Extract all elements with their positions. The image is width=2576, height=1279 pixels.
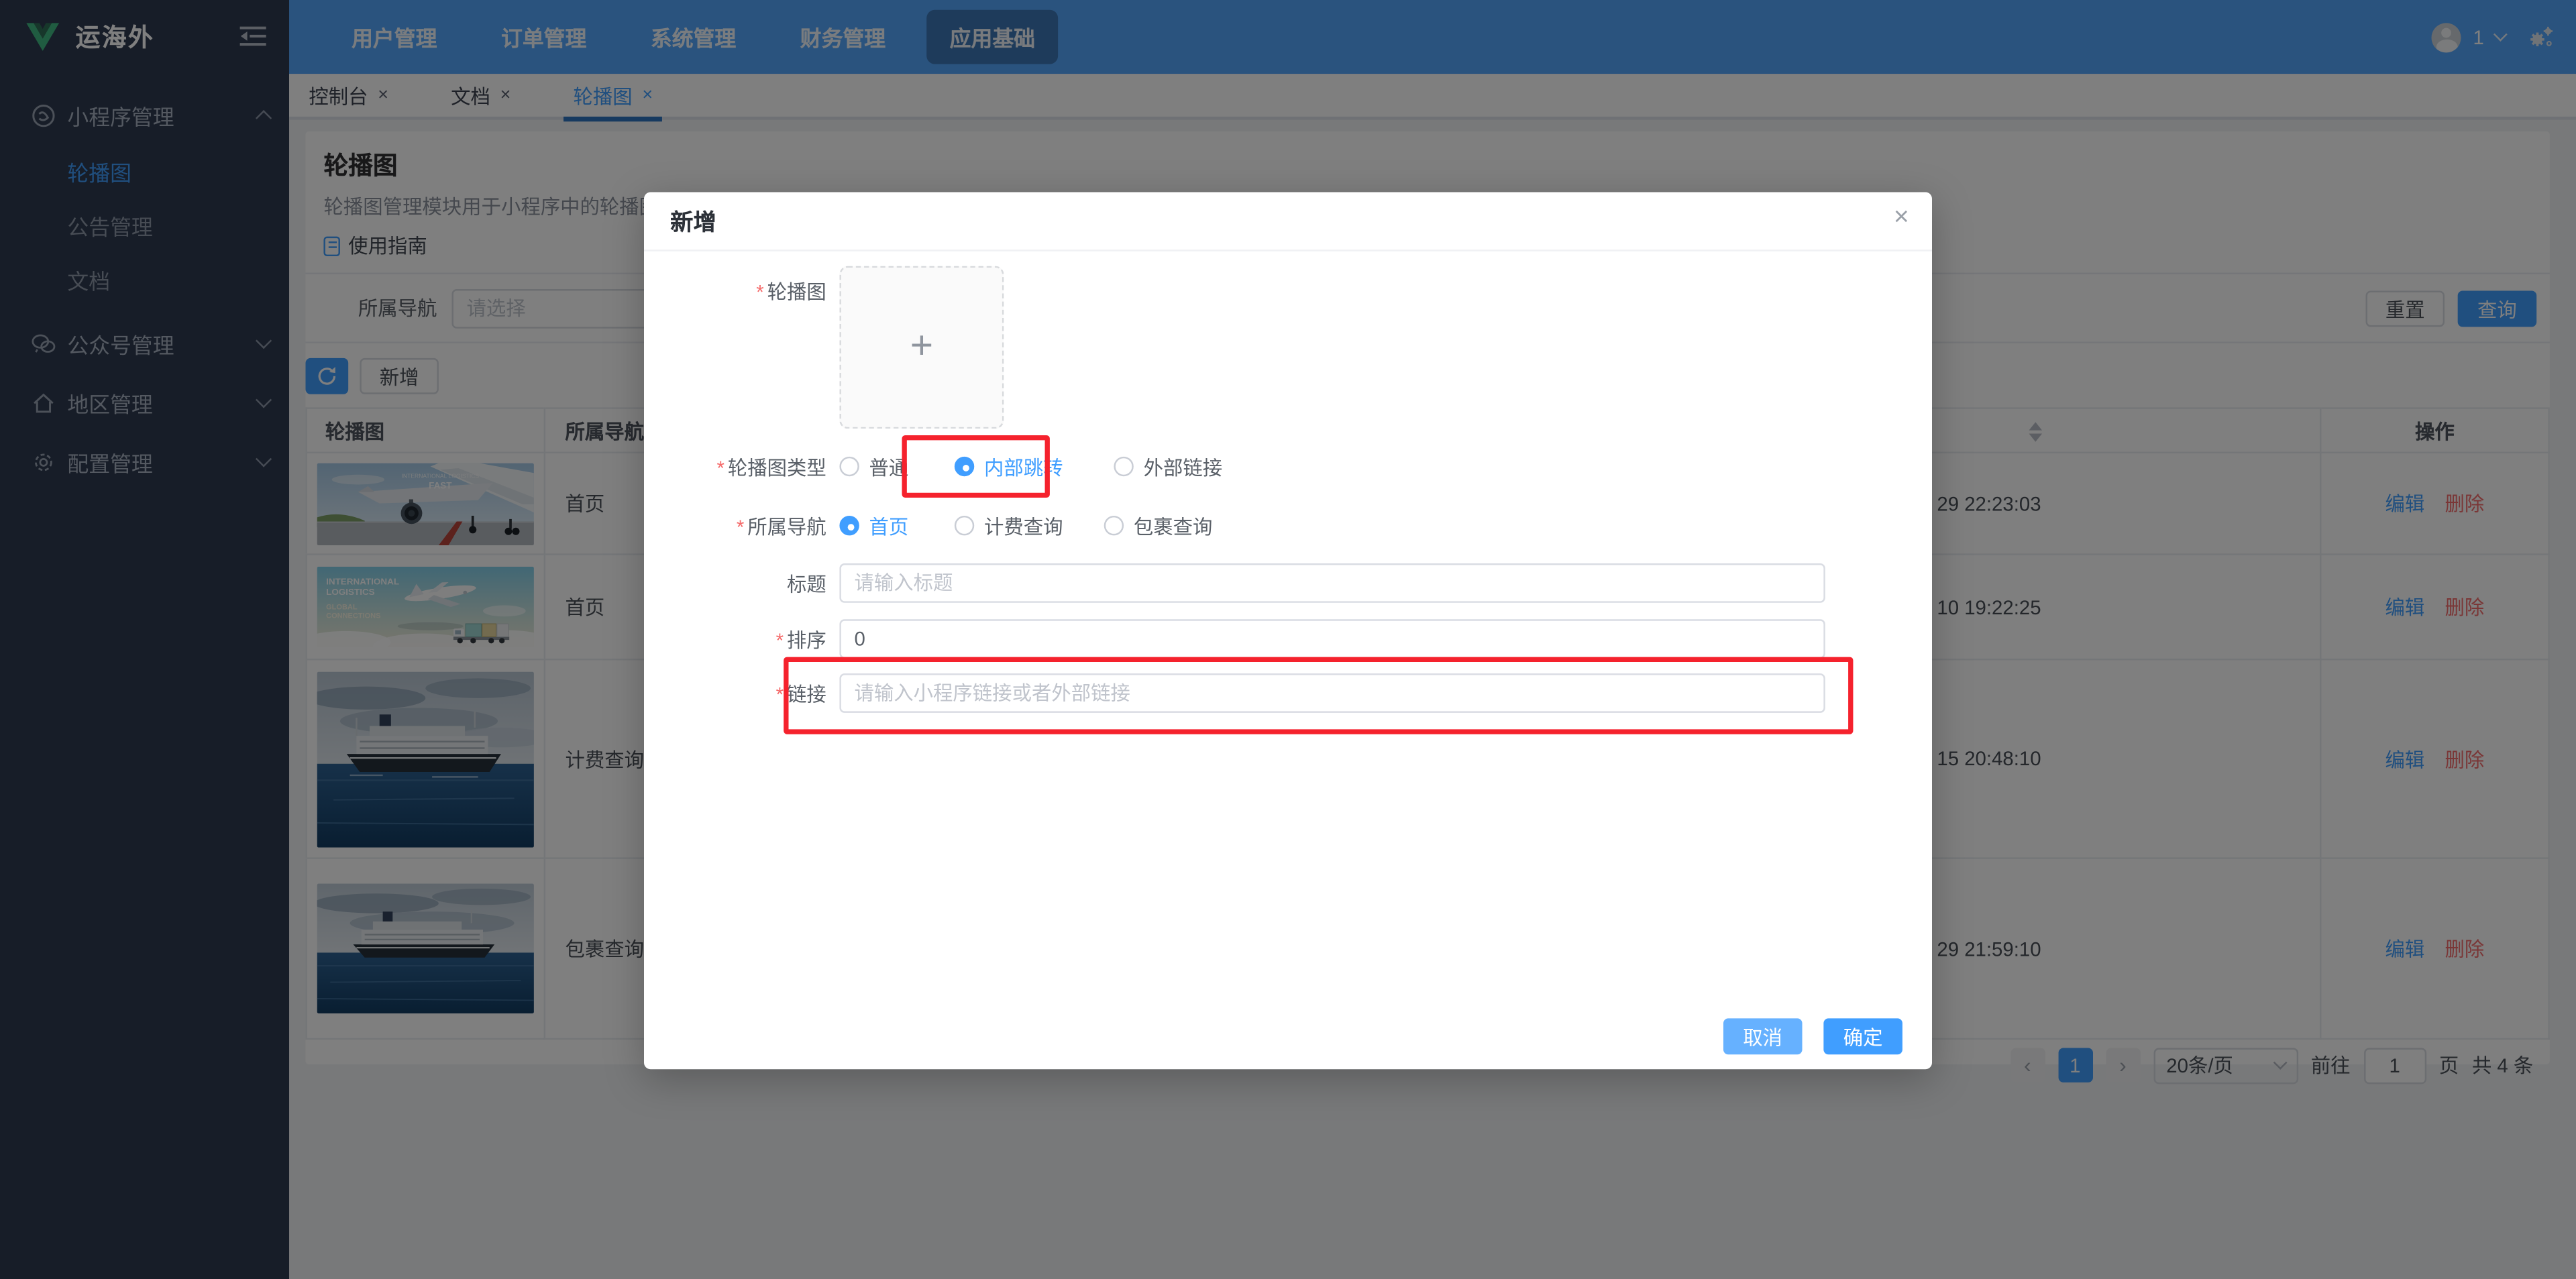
app-root: 运海外 小程序管理 轮播图 公告管理 [0,0,2576,1279]
radio-icon [1104,516,1124,535]
plus-icon: + [904,329,940,366]
field-label: *链接 [644,679,826,708]
radio-type-external[interactable]: 外部链接 [1114,453,1222,481]
required-mark: * [717,456,724,479]
required-mark: * [756,281,763,304]
field-label: *轮播图类型 [644,453,826,481]
required-mark: * [776,683,784,706]
radio-nav-home[interactable]: 首页 [839,512,908,540]
cancel-button[interactable]: 取消 [1723,1018,1803,1054]
title-input[interactable] [839,563,1825,603]
radio-nav-billing[interactable]: 计费查询 [955,512,1063,540]
add-dialog: 新增 × *轮播图 + *轮播图类型 普通 内部跳转 [644,192,1932,1070]
image-upload-box[interactable]: + [839,266,1004,429]
dialog-title: 新增 [670,205,716,237]
radio-icon [1114,457,1133,476]
form-row-type: *轮播图类型 普通 内部跳转 外部链接 [644,449,1250,485]
radio-checked-icon [839,516,859,535]
form-row-image: *轮播图 + [644,266,1004,429]
close-icon[interactable]: × [1894,202,1909,235]
required-mark: * [737,515,744,538]
link-input[interactable] [839,673,1825,713]
radio-icon [955,516,974,535]
form-row-link: *链接 [644,673,1825,713]
radio-type-internal[interactable]: 内部跳转 [955,453,1063,481]
field-label: 标题 [644,569,826,598]
required-mark: * [776,628,784,651]
form-row-sort: *排序 [644,619,1825,659]
dialog-footer: 取消 确定 [1723,1018,1902,1054]
field-label: *排序 [644,625,826,653]
form-row-nav: *所属导航 首页 计费查询 包裹查询 [644,508,1240,544]
radio-type-normal[interactable]: 普通 [839,453,908,481]
radio-icon [839,457,859,476]
field-label: *所属导航 [644,512,826,540]
form-row-title: 标题 [644,563,1825,603]
field-label: *轮播图 [644,278,826,306]
sort-input[interactable] [839,619,1825,659]
confirm-button[interactable]: 确定 [1823,1018,1902,1054]
dialog-header: 新增 [644,192,1932,252]
radio-checked-icon [955,457,974,476]
radio-nav-parcel[interactable]: 包裹查询 [1104,512,1213,540]
